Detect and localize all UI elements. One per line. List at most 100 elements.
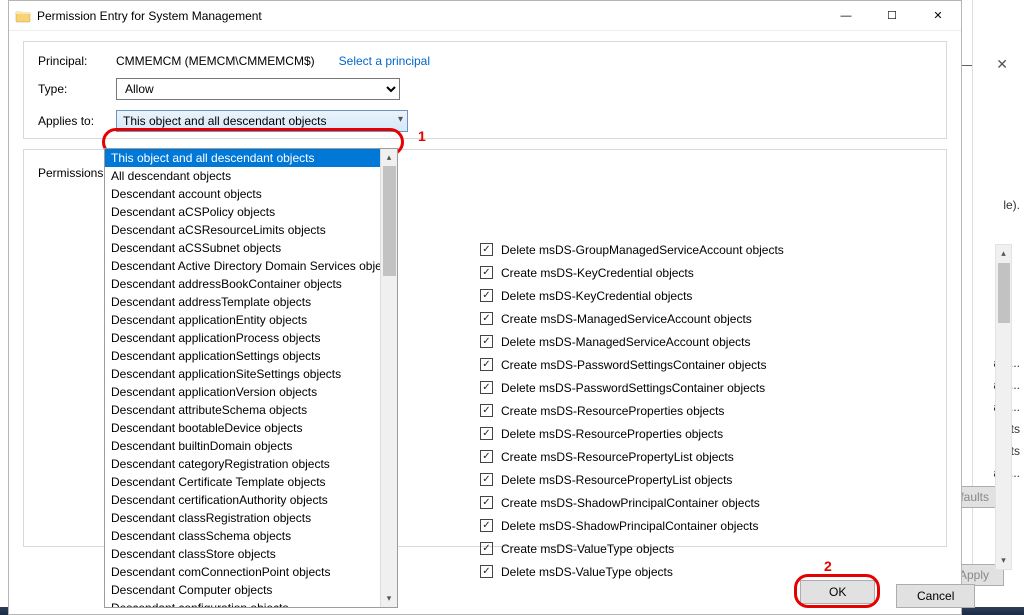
dropdown-option[interactable]: Descendant aCSResourceLimits objects bbox=[105, 221, 380, 239]
bg-text-le: le). bbox=[1003, 198, 1020, 212]
permission-item: ✓ Create msDS-ShadowPrincipalContainer ob… bbox=[480, 491, 950, 514]
scroll-up-icon[interactable]: ▴ bbox=[381, 149, 397, 166]
permissions-checkbox-list: ✓ Delete msDS-GroupManagedServiceAccount … bbox=[480, 238, 950, 583]
minimize-button[interactable]: — bbox=[823, 1, 869, 31]
dropdown-option[interactable]: Descendant builtinDomain objects bbox=[105, 437, 380, 455]
scroll-down-icon[interactable]: ▾ bbox=[996, 552, 1011, 569]
dropdown-option[interactable]: This object and all descendant objects bbox=[105, 149, 380, 167]
principal-section: Principal: CMMEMCM (MEMCM\CMMEMCM$) Sele… bbox=[23, 41, 947, 139]
dropdown-option[interactable]: Descendant classRegistration objects bbox=[105, 509, 380, 527]
permission-label: Delete msDS-GroupManagedServiceAccount o… bbox=[501, 243, 784, 257]
checkbox[interactable]: ✓ bbox=[480, 496, 493, 509]
permission-item: ✓ Delete msDS-ManagedServiceAccount objec… bbox=[480, 330, 950, 353]
dropdown-option[interactable]: Descendant addressTemplate objects bbox=[105, 293, 380, 311]
dropdown-option[interactable]: Descendant attributeSchema objects bbox=[105, 401, 380, 419]
permission-item: ✓ Create msDS-KeyCredential objects bbox=[480, 261, 950, 284]
applies-to-value: This object and all descendant objects bbox=[123, 114, 326, 128]
permission-label: Create msDS-ValueType objects bbox=[501, 542, 674, 556]
dropdown-option[interactable]: Descendant certificationAuthority object… bbox=[105, 491, 380, 509]
checkbox[interactable]: ✓ bbox=[480, 358, 493, 371]
dropdown-option[interactable]: Descendant comConnectionPoint objects bbox=[105, 563, 380, 581]
chevron-down-icon: ▾ bbox=[398, 114, 403, 125]
dropdown-option[interactable]: Descendant categoryRegistration objects bbox=[105, 455, 380, 473]
checkbox[interactable]: ✓ bbox=[480, 542, 493, 555]
checkbox[interactable]: ✓ bbox=[480, 266, 493, 279]
dropdown-option[interactable]: Descendant classSchema objects bbox=[105, 527, 380, 545]
scroll-down-icon[interactable]: ▾ bbox=[381, 590, 397, 607]
dropdown-option[interactable]: Descendant applicationSettings objects bbox=[105, 347, 380, 365]
checkbox[interactable]: ✓ bbox=[480, 427, 493, 440]
dropdown-option[interactable]: Descendant applicationSiteSettings objec… bbox=[105, 365, 380, 383]
checkbox[interactable]: ✓ bbox=[480, 243, 493, 256]
annotation-number-1: 1 bbox=[418, 128, 426, 144]
bg-close-icon: ✕ bbox=[996, 56, 1008, 73]
ok-button[interactable]: OK bbox=[800, 580, 875, 604]
permission-item: ✓ Delete msDS-PasswordSettingsContainer o… bbox=[480, 376, 950, 399]
checkbox[interactable]: ✓ bbox=[480, 473, 493, 486]
permission-item: ✓Delete msDS-ShadowPrincipalContainer ob… bbox=[480, 514, 950, 537]
applies-to-combobox[interactable]: This object and all descendant objects ▾ bbox=[116, 110, 408, 132]
dropdown-option[interactable]: Descendant applicationProcess objects bbox=[105, 329, 380, 347]
dropdown-option[interactable]: Descendant bootableDevice objects bbox=[105, 419, 380, 437]
permission-item: ✓ Delete msDS-ResourceProperties objects bbox=[480, 422, 950, 445]
permission-label: Delete msDS-ResourceProperties objects bbox=[501, 427, 723, 441]
checkbox[interactable]: ✓ bbox=[480, 381, 493, 394]
dropdown-option[interactable]: Descendant aCSPolicy objects bbox=[105, 203, 380, 221]
permissions-label: Permissions: bbox=[38, 166, 107, 180]
dropdown-option[interactable]: Descendant addressBookContainer objects bbox=[105, 275, 380, 293]
scroll-up-icon[interactable]: ▴ bbox=[996, 245, 1011, 262]
window-title: Permission Entry for System Management bbox=[37, 9, 262, 23]
principal-value: CMMEMCM (MEMCM\CMMEMCM$) bbox=[116, 54, 315, 68]
dropdown-option[interactable]: Descendant applicationEntity objects bbox=[105, 311, 380, 329]
dropdown-items-container: This object and all descendant objectsAl… bbox=[105, 149, 380, 607]
permission-item: ✓Delete msDS-KeyCredential objects bbox=[480, 284, 950, 307]
permission-item: ✓ Delete msDS-ValueType objects bbox=[480, 560, 950, 583]
scroll-thumb[interactable] bbox=[998, 263, 1010, 323]
dropdown-option[interactable]: Descendant Computer objects bbox=[105, 581, 380, 599]
permission-label: Create msDS-KeyCredential objects bbox=[501, 266, 694, 280]
select-principal-link[interactable]: Select a principal bbox=[339, 54, 430, 68]
dropdown-option[interactable]: Descendant Certificate Template objects bbox=[105, 473, 380, 491]
dropdown-scrollbar[interactable]: ▴ ▾ bbox=[380, 149, 397, 607]
ok-button-wrap: OK bbox=[800, 580, 875, 604]
applies-to-dropdown-list[interactable]: This object and all descendant objectsAl… bbox=[104, 148, 398, 608]
dropdown-option[interactable]: Descendant aCSSubnet objects bbox=[105, 239, 380, 257]
checkbox[interactable]: ✓ bbox=[480, 404, 493, 417]
permission-item: ✓ Create msDS-ManagedServiceAccount objec… bbox=[480, 307, 950, 330]
checkbox[interactable]: ✓ bbox=[480, 335, 493, 348]
permission-item: ✓ Delete msDS-GroupManagedServiceAccount … bbox=[480, 238, 950, 261]
permission-label: Delete msDS-ManagedServiceAccount object… bbox=[501, 335, 750, 349]
dropdown-option[interactable]: Descendant configuration objects bbox=[105, 599, 380, 607]
permission-label: Create msDS-ResourceProperties objects bbox=[501, 404, 724, 418]
type-label: Type: bbox=[38, 82, 116, 96]
permission-label: Delete msDS-ValueType objects bbox=[501, 565, 673, 579]
dropdown-option[interactable]: Descendant applicationVersion objects bbox=[105, 383, 380, 401]
checkbox[interactable]: ✓ bbox=[480, 565, 493, 578]
scroll-thumb[interactable] bbox=[383, 166, 396, 276]
permission-item: ✓ Create msDS-ResourceProperties objects bbox=[480, 399, 950, 422]
checkbox[interactable]: ✓ bbox=[480, 450, 493, 463]
checkbox[interactable]: ✓ bbox=[480, 312, 493, 325]
dropdown-option[interactable]: Descendant account objects bbox=[105, 185, 380, 203]
checkbox[interactable]: ✓ bbox=[480, 519, 493, 532]
dropdown-option[interactable]: All descendant objects bbox=[105, 167, 380, 185]
permission-label: Create msDS-ManagedServiceAccount object… bbox=[501, 312, 752, 326]
permission-label: Create msDS-ResourcePropertyList objects bbox=[501, 450, 734, 464]
permission-label: Create msDS-ShadowPrincipalContainer obj… bbox=[501, 496, 760, 510]
permission-item: ✓ Create msDS-ResourcePropertyList object… bbox=[480, 445, 950, 468]
window-controls: — ☐ ✕ bbox=[823, 1, 961, 31]
checkbox[interactable]: ✓ bbox=[480, 289, 493, 302]
cancel-button[interactable]: Cancel bbox=[896, 584, 975, 608]
dropdown-option[interactable]: Descendant classStore objects bbox=[105, 545, 380, 563]
titlebar: Permission Entry for System Management —… bbox=[9, 1, 961, 31]
permissions-scrollbar[interactable]: ▴ ▾ bbox=[995, 244, 1012, 570]
permission-label: Delete msDS-ResourcePropertyList objects bbox=[501, 473, 732, 487]
close-button[interactable]: ✕ bbox=[915, 1, 961, 31]
permission-label: Delete msDS-PasswordSettingsContainer ob… bbox=[501, 381, 765, 395]
dropdown-option[interactable]: Descendant Active Directory Domain Servi… bbox=[105, 257, 380, 275]
applies-to-label: Applies to: bbox=[38, 114, 116, 128]
permission-item: ✓Create msDS-PasswordSettingsContainer o… bbox=[480, 353, 950, 376]
type-select[interactable]: Allow bbox=[116, 78, 400, 100]
permission-item: ✓ Create msDS-ValueType objects bbox=[480, 537, 950, 560]
maximize-button[interactable]: ☐ bbox=[869, 1, 915, 31]
